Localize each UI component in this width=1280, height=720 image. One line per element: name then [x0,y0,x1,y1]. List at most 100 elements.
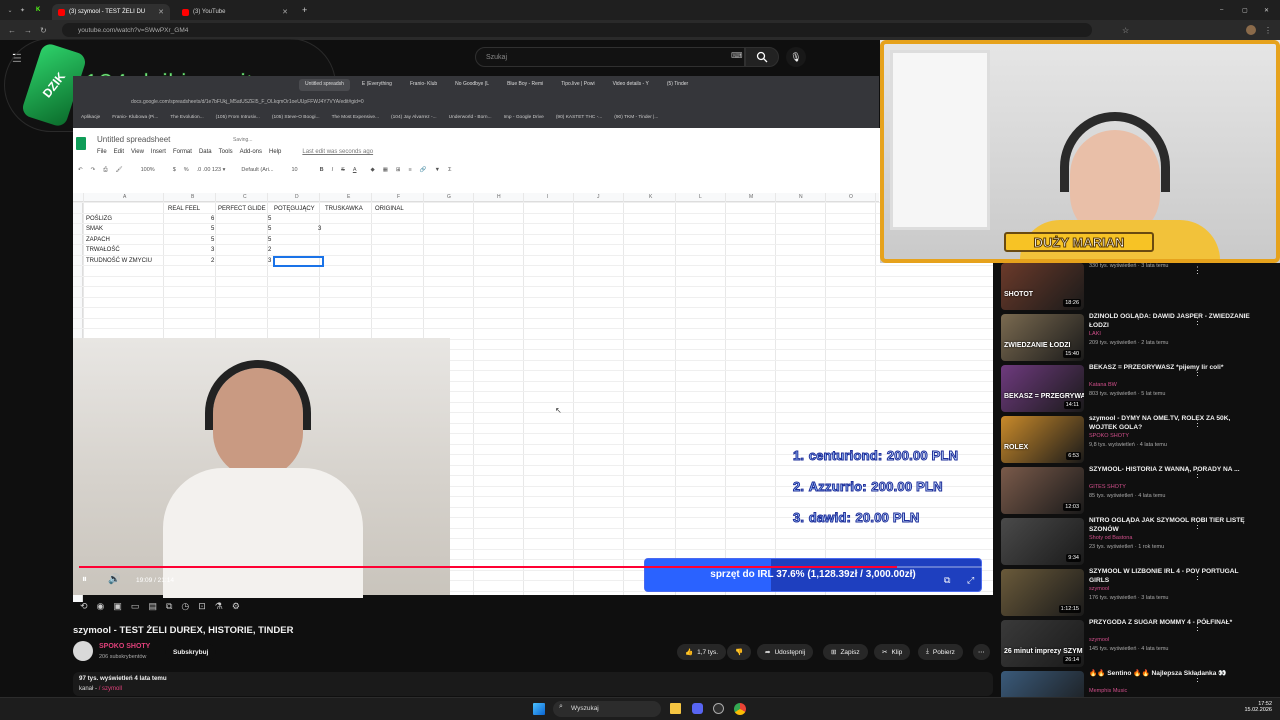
value-cell[interactable]: 5 [211,226,214,232]
link-icon[interactable]: 🔗 [420,167,427,173]
recommendation-channel[interactable]: LAKI [1089,331,1101,337]
recommendation-channel[interactable]: Katana BW [1089,382,1117,388]
sheet-title[interactable]: Untitled spreadsheet [97,135,170,144]
recommendation-title[interactable]: NITRO OGLĄDA JAK SZYMOOL ROBI TIER LISTĘ… [1089,517,1259,534]
search-bar[interactable]: Szukaj [475,47,745,67]
reload-icon[interactable]: ↻ [40,26,47,35]
col-header-m[interactable]: M [749,194,753,200]
col-header-d[interactable]: D [295,194,299,200]
col-header-a[interactable]: A [123,194,126,200]
functions-icon[interactable]: Σ [448,167,451,173]
video-thumbnail[interactable]: 9:34 [1001,518,1084,565]
dislike-button[interactable]: 👎 [727,644,752,660]
profile-icon[interactable] [1246,25,1256,35]
value-cell[interactable]: 5 [268,226,271,232]
value-cell[interactable]: 5 [268,237,271,243]
header-cell[interactable]: POTĘGUJĄCY [274,206,315,212]
windows-start-icon[interactable] [533,703,545,715]
recommendation-item[interactable]: 26 minut imprezy SZYM 26:14 PRZYGODA Z SUG… [1000,618,1280,668]
more-options-icon[interactable]: ⋮ [1193,367,1202,378]
menu-help[interactable]: Help [269,149,281,155]
bold-icon[interactable]: B [320,167,324,173]
value-cell[interactable]: 3 [268,258,271,264]
miniplayer-icon[interactable]: ⧉ [944,575,950,586]
back-icon[interactable]: ← [8,26,16,35]
col-header-l[interactable]: L [699,194,702,200]
new-tab-icon[interactable]: + [302,5,307,15]
menu-insert[interactable]: Insert [151,149,166,155]
font-size-select[interactable]: 10 [292,167,298,173]
video-thumbnail[interactable]: 1:12:15 [1001,569,1084,616]
taskbar-search[interactable]: ⌕ Wyszukaj [553,701,661,717]
recommendation-title[interactable]: SZYMOOL- HISTORIA Z WANNĄ, PORADY NA ... [1089,466,1259,475]
more-options-icon[interactable]: ⋮ [1193,316,1202,327]
clip-button[interactable]: ✂ Klip [874,644,911,660]
row-label[interactable]: SMAK [86,226,103,232]
video-thumbnail[interactable]: ROLEX 6:53 [1001,416,1084,463]
merge-icon[interactable]: ⊞ [396,167,401,173]
desc-link[interactable]: / szymoll [99,686,122,692]
strike-icon[interactable]: S [341,167,345,173]
subscribe-button[interactable]: Subskrybuj [165,644,217,660]
header-cell[interactable]: TRUSKAWKA [325,206,363,212]
col-header-g[interactable]: G [447,194,451,200]
recommendation-title[interactable]: PRZYGODA Z SUGAR MOMMY 4 - PÓŁFINAŁ* [1089,619,1259,628]
col-header-i[interactable]: I [547,194,548,200]
value-cell[interactable]: 5 [268,216,271,222]
recommendation-channel[interactable]: Memphis Music [1089,688,1127,694]
number-format-icon[interactable]: .0 .00 123 ▾ [197,167,226,173]
col-header-o[interactable]: O [849,194,853,200]
audio-icon[interactable]: ◉ [97,601,105,612]
row-label[interactable]: TRWAŁOŚĆ [86,247,120,253]
col-header-j[interactable]: J [597,194,600,200]
recommendation-channel[interactable]: SPOKO SHOTY [1089,433,1129,439]
cinema-icon[interactable]: ▤ [148,601,157,612]
filter-icon[interactable]: ▼ [435,167,440,173]
chrome-icon[interactable] [734,703,746,715]
undo-icon[interactable]: ↶ [78,167,83,173]
channel-avatar[interactable] [73,641,93,661]
menu-data[interactable]: Data [199,149,212,155]
close-window-icon[interactable]: ✕ [1264,7,1269,14]
recommendation-item[interactable]: SHOTOT 18:26 330 tys. wyświetleń · 3 lata … [1000,261,1280,311]
currency-icon[interactable]: $ [173,167,176,173]
value-cell[interactable]: 3 [211,247,214,253]
channel-name[interactable]: SPOKO SHOTY [99,643,150,650]
close-tab-icon[interactable]: ✕ [282,8,288,16]
header-cell[interactable]: PERFECT GLIDE [218,206,266,212]
col-header-n[interactable]: N [799,194,803,200]
theater-icon[interactable]: ▭ [131,601,140,612]
recommendation-title[interactable]: SZYMOOL W LIZBONIE IRL 4 - POV PORTUGAL … [1089,568,1259,585]
col-header-k[interactable]: K [649,194,652,200]
recommendation-channel[interactable]: GITES SHOTY [1089,484,1126,490]
play-pause-button[interactable]: ⏸ [82,574,87,585]
like-button[interactable]: 👍 1,7 tys. [677,644,727,660]
keyboard-icon[interactable]: ⌨ [731,51,743,60]
header-cell[interactable]: REAL FEEL [168,206,200,212]
borders-icon[interactable]: ▦ [383,167,388,173]
clock[interactable]: 17:52 15.02.2026 [1236,701,1272,713]
discord-icon[interactable] [692,703,703,714]
col-header-h[interactable]: H [497,194,501,200]
description-box[interactable]: 97 tys. wyświetleń 4 lata temu kanał - /… [73,672,993,696]
more-actions-button[interactable]: ⋯ [973,644,990,660]
more-options-icon[interactable]: ⋮ [1193,265,1202,276]
col-header-b[interactable]: B [191,194,194,200]
menu-dots-icon[interactable]: ⋮ [1264,26,1272,35]
forward-icon[interactable]: → [24,26,32,35]
selected-cell[interactable] [273,256,324,267]
loop-icon[interactable]: ⟲ [80,601,88,612]
value-cell[interactable]: 3 [318,226,321,232]
row-label[interactable]: ZAPACH [86,237,110,243]
voice-search-icon[interactable]: 🎙 [786,47,806,67]
more-options-icon[interactable]: ⋮ [1193,520,1202,531]
more-options-icon[interactable]: ⋮ [1193,622,1202,633]
zoom-select[interactable]: 100% [141,167,155,173]
recommendation-item[interactable]: 9:34 NITRO OGLĄDA JAK SZYMOOL ROBI TIER L… [1000,516,1280,566]
obs-icon[interactable] [713,703,724,714]
recommendation-item[interactable]: 1:12:15 SZYMOOL W LIZBONIE IRL 4 - POV PO… [1000,567,1280,617]
share-button[interactable]: ➦ Udostępnij [757,644,814,660]
recommendation-title[interactable]: DZINOLD OGLĄDA: DAWID JASPER - ZWIEDZANI… [1089,313,1259,330]
more-options-icon[interactable]: ⋮ [1193,469,1202,480]
video-thumbnail[interactable]: ZWIEDZANIE ŁODZI 15:40 [1001,314,1084,361]
